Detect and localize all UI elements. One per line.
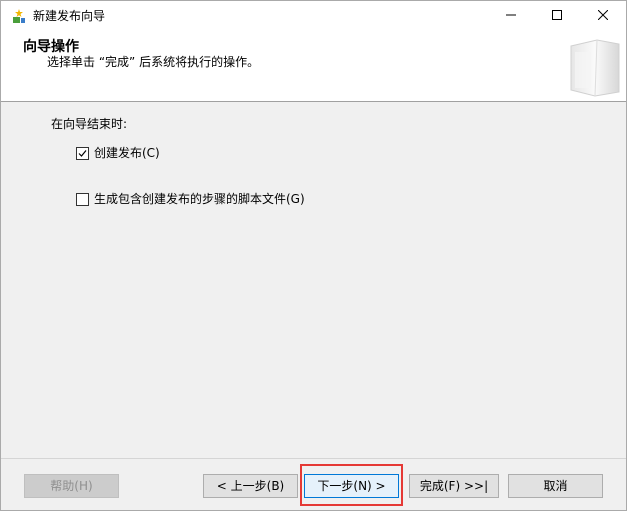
wizard-header: 向导操作 选择单击 “完成” 后系统将执行的操作。 xyxy=(1,31,626,102)
page-subtitle: 选择单击 “完成” 后系统将执行的操作。 xyxy=(47,55,260,69)
help-button[interactable]: 帮助(H) xyxy=(24,474,119,498)
next-button[interactable]: 下一步(N) > xyxy=(304,474,399,498)
button-bar: 帮助(H) < 上一步(B) 下一步(N) > 完成(F) >>| 取消 xyxy=(1,458,626,510)
generate-script-checkbox[interactable] xyxy=(76,192,89,206)
close-icon xyxy=(597,9,609,23)
maximize-button[interactable] xyxy=(534,1,580,31)
wizard-banner-icon xyxy=(567,36,623,98)
cancel-button[interactable]: 取消 xyxy=(508,474,603,498)
minimize-icon xyxy=(506,9,516,23)
create-publication-checkbox[interactable] xyxy=(76,146,89,160)
create-publication-option[interactable]: 创建发布(C) xyxy=(76,145,160,161)
finish-button[interactable]: 完成(F) >>| xyxy=(409,474,499,498)
window-title: 新建发布向导 xyxy=(33,9,106,23)
back-button[interactable]: < 上一步(B) xyxy=(203,474,298,498)
group-label: 在向导结束时: xyxy=(51,117,128,131)
wizard-window: 新建发布向导 向导操作 选择单击 “完成” 后系统将执行的操作。 在向导结束时:… xyxy=(0,0,627,511)
title-bar[interactable]: 新建发布向导 xyxy=(1,1,626,31)
minimize-button[interactable] xyxy=(488,1,534,31)
wizard-icon xyxy=(11,8,27,24)
maximize-icon xyxy=(552,9,562,23)
create-publication-label: 创建发布(C) xyxy=(94,146,160,160)
close-button[interactable] xyxy=(580,1,626,31)
options-panel: 在向导结束时: 创建发布(C) 生成包含创建发布的步骤的脚本文件(G) xyxy=(1,102,626,458)
generate-script-option[interactable]: 生成包含创建发布的步骤的脚本文件(G) xyxy=(76,191,305,207)
generate-script-label: 生成包含创建发布的步骤的脚本文件(G) xyxy=(94,192,305,206)
